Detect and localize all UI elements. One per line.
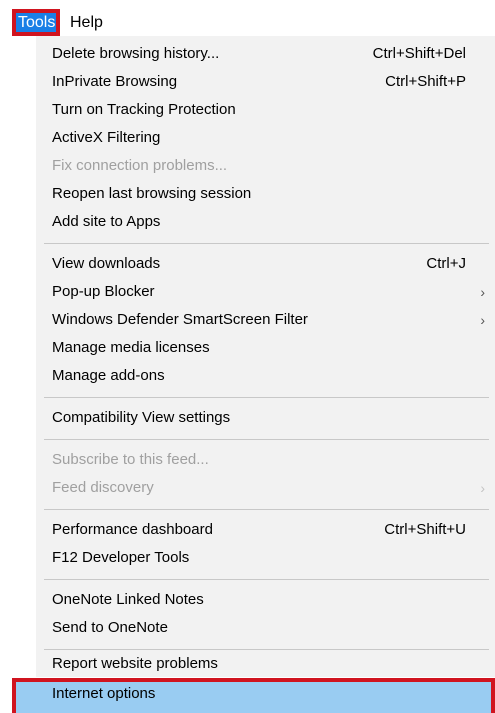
menu-item-subscribe-to-feed: Subscribe to this feed... (36, 446, 495, 474)
menu-item-shortcut: Ctrl+Shift+Del (372, 45, 466, 62)
menu-item-compatibility-view-settings[interactable]: Compatibility View settings (36, 404, 495, 432)
menu-tools[interactable]: Tools (12, 9, 60, 36)
menu-item-label: Manage add-ons (52, 367, 165, 384)
tools-dropdown-menu: Delete browsing history... Ctrl+Shift+De… (12, 36, 495, 713)
menu-item-label: Delete browsing history... (52, 45, 220, 62)
menu-separator (44, 397, 489, 398)
menu-item-f12-developer-tools[interactable]: F12 Developer Tools (36, 544, 495, 572)
menu-item-label: InPrivate Browsing (52, 73, 178, 90)
menu-separator (44, 439, 489, 440)
menu-item-view-downloads[interactable]: View downloads Ctrl+J (36, 250, 495, 278)
menu-item-reopen-last-session[interactable]: Reopen last browsing session (36, 180, 495, 208)
menu-item-label: F12 Developer Tools (52, 549, 190, 566)
menu-item-add-site-to-apps[interactable]: Add site to Apps (36, 208, 495, 236)
menu-bar: Tools Help (0, 0, 495, 40)
menu-item-label: Send to OneNote (52, 619, 168, 636)
menu-item-label: Windows Defender SmartScreen Filter (52, 311, 308, 328)
menu-item-feed-discovery: Feed discovery › (36, 474, 495, 502)
menu-item-shortcut: Ctrl+Shift+U (384, 521, 466, 538)
menu-item-activex-filtering[interactable]: ActiveX Filtering (36, 124, 495, 152)
menu-item-label: Feed discovery (52, 479, 154, 496)
chevron-right-icon: › (480, 284, 485, 300)
menu-item-shortcut: Ctrl+J (426, 255, 466, 272)
menu-item-label: Fix connection problems... (52, 157, 228, 174)
menu-item-report-website-problems[interactable]: Report website problems (36, 650, 495, 678)
menu-item-shortcut: Ctrl+Shift+P (385, 73, 466, 90)
menu-item-fix-connection-problems: Fix connection problems... (36, 152, 495, 180)
menu-item-tracking-protection[interactable]: Turn on Tracking Protection (36, 96, 495, 124)
menu-item-internet-options[interactable]: Internet options (12, 678, 495, 713)
menu-item-label: Compatibility View settings (52, 409, 231, 426)
menu-item-label: ActiveX Filtering (52, 129, 161, 146)
menu-item-label: Turn on Tracking Protection (52, 101, 236, 118)
menu-item-delete-browsing-history[interactable]: Delete browsing history... Ctrl+Shift+De… (36, 40, 495, 68)
menu-item-onenote-linked-notes[interactable]: OneNote Linked Notes (36, 586, 495, 614)
chevron-right-icon: › (480, 312, 485, 328)
menu-help[interactable]: Help (70, 9, 103, 36)
menu-item-send-to-onenote[interactable]: Send to OneNote (36, 614, 495, 642)
menu-item-manage-add-ons[interactable]: Manage add-ons (36, 362, 495, 390)
menu-item-popup-blocker[interactable]: Pop-up Blocker › (36, 278, 495, 306)
menu-item-label: Add site to Apps (52, 213, 161, 230)
menu-item-label: Manage media licenses (52, 339, 210, 356)
menu-item-manage-media-licenses[interactable]: Manage media licenses (36, 334, 495, 362)
menu-item-label: Pop-up Blocker (52, 283, 155, 300)
menu-item-label: Report website problems (52, 655, 218, 672)
menu-item-label: Subscribe to this feed... (52, 451, 209, 468)
menu-item-label: View downloads (52, 255, 161, 272)
menu-item-smartscreen-filter[interactable]: Windows Defender SmartScreen Filter › (36, 306, 495, 334)
menu-separator (44, 579, 489, 580)
menu-item-inprivate-browsing[interactable]: InPrivate Browsing Ctrl+Shift+P (36, 68, 495, 96)
chevron-right-icon: › (480, 480, 485, 496)
menu-item-label: Internet options (52, 685, 156, 702)
menu-separator (44, 243, 489, 244)
menu-item-label: OneNote Linked Notes (52, 591, 204, 608)
menu-separator (44, 509, 489, 510)
menu-item-label: Performance dashboard (52, 521, 213, 538)
menu-item-label: Reopen last browsing session (52, 185, 252, 202)
menu-item-performance-dashboard[interactable]: Performance dashboard Ctrl+Shift+U (36, 516, 495, 544)
